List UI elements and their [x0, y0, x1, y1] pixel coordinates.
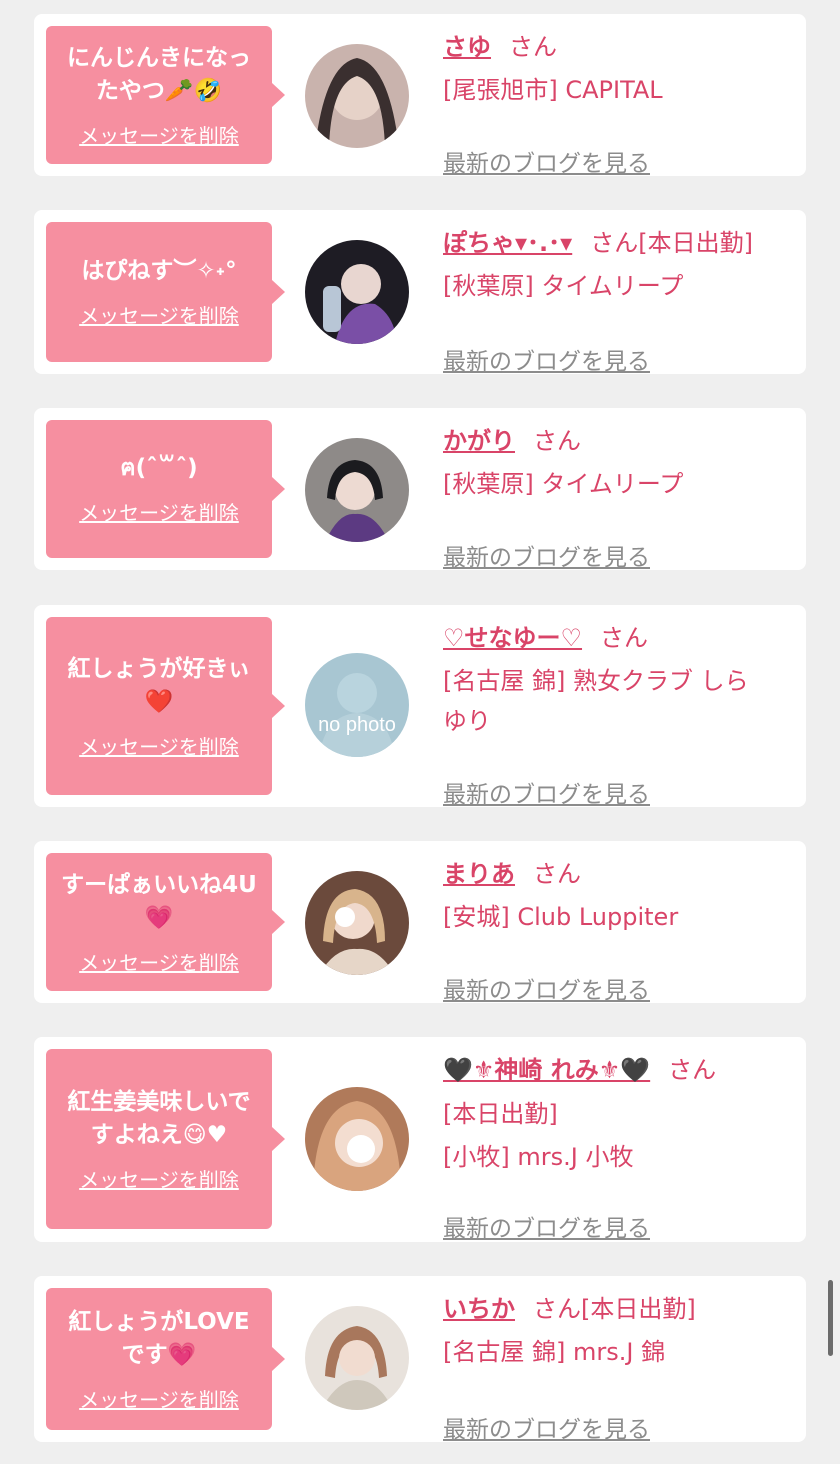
message-text: はぴねす︶✧˖° — [81, 258, 237, 284]
girl-name-link[interactable]: かがり — [443, 427, 515, 455]
girl-name-link[interactable]: さゆ — [443, 33, 491, 61]
message-card: はぴねす︶✧˖° メッセージを削除 ぽちゃ▾･.･▾ さん[本日出勤] [秋葉原]… — [34, 210, 806, 375]
latest-blog-link[interactable]: 最新のブログを見る — [443, 538, 650, 572]
message-text: 紅生姜美味しいで すよねえ😋♥ — [67, 1088, 251, 1148]
message-card: にんじんきになっ たやつ🥕🤣 メッセージを削除 さゆ さん [尾張旭市] CAPI… — [34, 14, 806, 177]
delete-message-link[interactable]: メッセージを削除 — [79, 1164, 239, 1193]
avatar[interactable] — [305, 871, 409, 975]
status-text: [本日出勤] — [638, 229, 753, 257]
message-bubble: すーぱぁいいね4U 💗 メッセージを削除 — [46, 853, 285, 991]
message-card: 紅しょうが好きぃ ❤️ メッセージを削除 no photo ♡せなゆー♡ さん [… — [34, 605, 806, 808]
profile-info: ぽちゃ▾･.･▾ さん[本日出勤] [秋葉原] タイムリープ 最新のブログを見る — [443, 226, 798, 375]
honorific: さん — [533, 860, 581, 888]
avatar[interactable] — [305, 1087, 409, 1191]
message-bubble: ฅ(ˆ꒳ˆ) メッセージを削除 — [46, 420, 285, 558]
shop-text: [名古屋 錦] 熟女クラブ しら ゆり — [443, 667, 749, 735]
message-text: ฅ(ˆ꒳ˆ) — [120, 455, 198, 481]
message-bubble: 紅しょうがLOVE です💗 メッセージを削除 — [46, 1288, 285, 1430]
latest-blog-link[interactable]: 最新のブログを見る — [443, 775, 650, 809]
latest-blog-link[interactable]: 最新のブログを見る — [443, 1410, 650, 1444]
message-text: 紅しょうがLOVE です💗 — [68, 1308, 250, 1368]
message-text: 紅しょうが好きぃ ❤️ — [67, 655, 251, 715]
shop-text: [尾張旭市] CAPITAL — [443, 76, 663, 104]
message-bubble: はぴねす︶✧˖° メッセージを削除 — [46, 222, 285, 362]
honorific: さん — [533, 1295, 581, 1323]
delete-message-link[interactable]: メッセージを削除 — [79, 731, 239, 760]
honorific: さん — [668, 1056, 717, 1084]
no-photo-avatar[interactable]: no photo — [305, 653, 409, 757]
status-text: [本日出勤] — [581, 1295, 696, 1323]
latest-blog-link[interactable]: 最新のブログを見る — [443, 1209, 650, 1243]
shop-text: [本日出勤] [小牧] mrs.J 小牧 — [443, 1100, 634, 1171]
delete-message-link[interactable]: メッセージを削除 — [79, 300, 239, 329]
avatar[interactable] — [305, 44, 409, 148]
scrollbar[interactable] — [828, 1280, 833, 1356]
message-bubble: にんじんきになっ たやつ🥕🤣 メッセージを削除 — [46, 26, 285, 164]
avatar[interactable] — [305, 438, 409, 542]
message-card: 紅しょうがLOVE です💗 メッセージを削除 いちか さん[本日出勤] [名古屋 … — [34, 1276, 806, 1443]
girl-name-link[interactable]: ♡せなゆー♡ — [443, 624, 582, 652]
message-bubble: 紅しょうが好きぃ ❤️ メッセージを削除 — [46, 617, 285, 795]
honorific: さん — [600, 624, 649, 652]
delete-message-link[interactable]: メッセージを削除 — [79, 1384, 239, 1413]
girl-name-link[interactable]: まりあ — [443, 860, 515, 888]
profile-info: かがり さん [秋葉原] タイムリープ 最新のブログを見る — [443, 424, 798, 571]
svg-text:no photo: no photo — [318, 714, 396, 736]
shop-text: [名古屋 錦] mrs.J 錦 — [443, 1338, 666, 1366]
profile-info: まりあ さん [安城] Club Luppiter 最新のブログを見る — [443, 857, 798, 1004]
latest-blog-link[interactable]: 最新のブログを見る — [443, 971, 650, 1005]
shop-text: [秋葉原] タイムリープ — [443, 272, 684, 300]
delete-message-link[interactable]: メッセージを削除 — [79, 947, 239, 976]
honorific: さん — [533, 427, 581, 455]
profile-info: ♡せなゆー♡ さん [名古屋 錦] 熟女クラブ しら ゆり 最新のブログを見る — [443, 621, 798, 808]
message-card: 紅生姜美味しいで すよねえ😋♥ メッセージを削除 🖤⚜神崎 れみ⚜🖤 さん [本日… — [34, 1037, 806, 1242]
delete-message-link[interactable]: メッセージを削除 — [79, 497, 239, 526]
girl-name-link[interactable]: いちか — [443, 1295, 515, 1323]
message-card: すーぱぁいいね4U 💗 メッセージを削除 まりあ さん [安城] Club Lup… — [34, 841, 806, 1004]
girl-name-link[interactable]: ぽちゃ▾･.･▾ — [443, 229, 572, 257]
profile-info: 🖤⚜神崎 れみ⚜🖤 さん [本日出勤] [小牧] mrs.J 小牧 最新のブログを… — [443, 1053, 798, 1242]
avatar[interactable] — [305, 1306, 409, 1410]
latest-blog-link[interactable]: 最新のブログを見る — [443, 342, 650, 376]
honorific: さん — [590, 229, 639, 257]
message-text: にんじんきになっ たやつ🥕🤣 — [67, 44, 251, 104]
delete-message-link[interactable]: メッセージを削除 — [79, 120, 239, 149]
shop-text: [秋葉原] タイムリープ — [443, 470, 684, 498]
honorific: さん — [509, 33, 557, 61]
latest-blog-link[interactable]: 最新のブログを見る — [443, 144, 650, 178]
avatar[interactable] — [305, 240, 409, 344]
girl-name-link[interactable]: 🖤⚜神崎 れみ⚜🖤 — [443, 1056, 650, 1084]
profile-info: いちか さん[本日出勤] [名古屋 錦] mrs.J 錦 最新のブログを見る — [443, 1292, 798, 1443]
profile-info: さゆ さん [尾張旭市] CAPITAL 最新のブログを見る — [443, 30, 798, 177]
message-text: すーぱぁいいね4U 💗 — [61, 871, 257, 931]
message-bubble: 紅生姜美味しいで すよねえ😋♥ メッセージを削除 — [46, 1049, 285, 1229]
message-card: ฅ(ˆ꒳ˆ) メッセージを削除 かがり さん [秋葉原] タイムリープ 最新のブロ… — [34, 408, 806, 571]
shop-text: [安城] Club Luppiter — [443, 903, 679, 931]
